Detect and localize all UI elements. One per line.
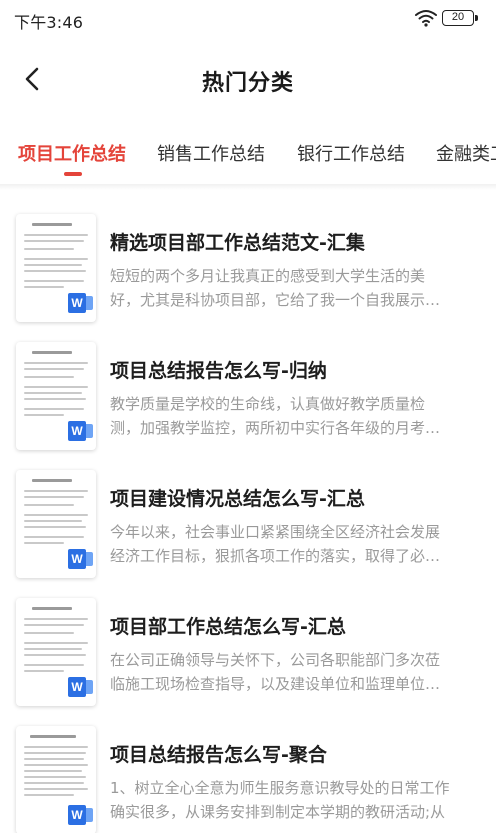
item-description: 教学质量是学校的生命线，认真做好教学质量检 测，加强教学监控，两所初中实行各年级… (110, 392, 470, 440)
tab-project-summary[interactable]: 项目工作总结 (18, 140, 126, 166)
active-tab-indicator (64, 172, 82, 176)
tabs-divider (0, 184, 496, 190)
item-description-line: 好，尤其是科协项目部，它给了我一个自我展示… (110, 291, 441, 309)
tab-sales-summary[interactable]: 销售工作总结 (157, 140, 265, 166)
battery-icon: 20 (442, 10, 478, 26)
item-title: 项目部工作总结怎么写-汇总 (110, 616, 346, 638)
document-thumbnail: W (16, 470, 96, 578)
item-title: 项目总结报告怎么写-聚合 (110, 744, 327, 766)
item-description-line: 短短的两个多月让我真正的感受到大学生活的美 (110, 267, 426, 285)
word-doc-icon: W (68, 677, 93, 697)
document-thumbnail: W (16, 726, 96, 833)
word-doc-icon: W (68, 805, 93, 825)
list-item[interactable]: W 项目总结报告怎么写-归纳 教学质量是学校的生命线，认真做好教学质量检 测，加… (0, 328, 496, 456)
category-tabs: 项目工作总结 销售工作总结 银行工作总结 金融类工 (0, 128, 496, 184)
item-description: 在公司正确领导与关怀下，公司各职能部门多次莅 临施工现场检查指导，以及建设单位和… (110, 648, 470, 696)
tab-finance-summary[interactable]: 金融类工 (436, 140, 496, 166)
item-description-line: 临施工现场检查指导，以及建设单位和监理单位… (110, 675, 441, 693)
list-item[interactable]: W 项目总结报告怎么写-聚合 1、树立全心全意为师生服务意识教导处的日常工作 确… (0, 712, 496, 833)
word-doc-icon: W (68, 421, 93, 441)
item-description-line: 1、树立全心全意为师生服务意识教导处的日常工作 (110, 779, 450, 797)
item-description-line: 教学质量是学校的生命线，认真做好教学质量检 (110, 395, 426, 413)
item-description-line: 今年以来，社会事业口紧紧围绕全区经济社会发展 (110, 523, 441, 541)
status-time: 下午3:46 (14, 13, 84, 32)
wifi-icon (415, 10, 437, 27)
item-description-line: 确实很多，从课务安排到制定本学期的教研活动;从 (110, 803, 446, 821)
status-bar: 下午3:46 20 (0, 0, 496, 36)
list-item[interactable]: W 项目部工作总结怎么写-汇总 在公司正确领导与关怀下，公司各职能部门多次莅 临… (0, 584, 496, 712)
list-item[interactable]: W 精选项目部工作总结范文-汇集 短短的两个多月让我真正的感受到大学生活的美 好… (0, 200, 496, 328)
item-description-line: 在公司正确领导与关怀下，公司各职能部门多次莅 (110, 651, 441, 669)
word-doc-icon: W (68, 549, 93, 569)
battery-level: 20 (451, 11, 465, 23)
item-title: 项目建设情况总结怎么写-汇总 (110, 488, 365, 510)
page-title: 热门分类 (201, 71, 294, 96)
word-doc-icon: W (68, 293, 93, 313)
item-description-line: 经济工作目标，狠抓各项工作的落实，取得了必… (110, 547, 441, 565)
item-description: 今年以来，社会事业口紧紧围绕全区经济社会发展 经济工作目标，狠抓各项工作的落实，… (110, 520, 470, 568)
document-thumbnail: W (16, 598, 96, 706)
item-title: 精选项目部工作总结范文-汇集 (110, 232, 365, 254)
item-description: 1、树立全心全意为师生服务意识教导处的日常工作 确实很多，从课务安排到制定本学期… (110, 776, 470, 824)
item-title: 项目总结报告怎么写-归纳 (110, 360, 327, 382)
document-thumbnail: W (16, 214, 96, 322)
list-item[interactable]: W 项目建设情况总结怎么写-汇总 今年以来，社会事业口紧紧围绕全区经济社会发展 … (0, 456, 496, 584)
tab-bank-summary[interactable]: 银行工作总结 (297, 140, 405, 166)
document-thumbnail: W (16, 342, 96, 450)
item-description: 短短的两个多月让我真正的感受到大学生活的美 好，尤其是科协项目部，它给了我一个自… (110, 264, 470, 312)
item-description-line: 测，加强教学监控，两所初中实行各年级的月考… (110, 419, 441, 437)
header: 热门分类 (0, 48, 496, 112)
